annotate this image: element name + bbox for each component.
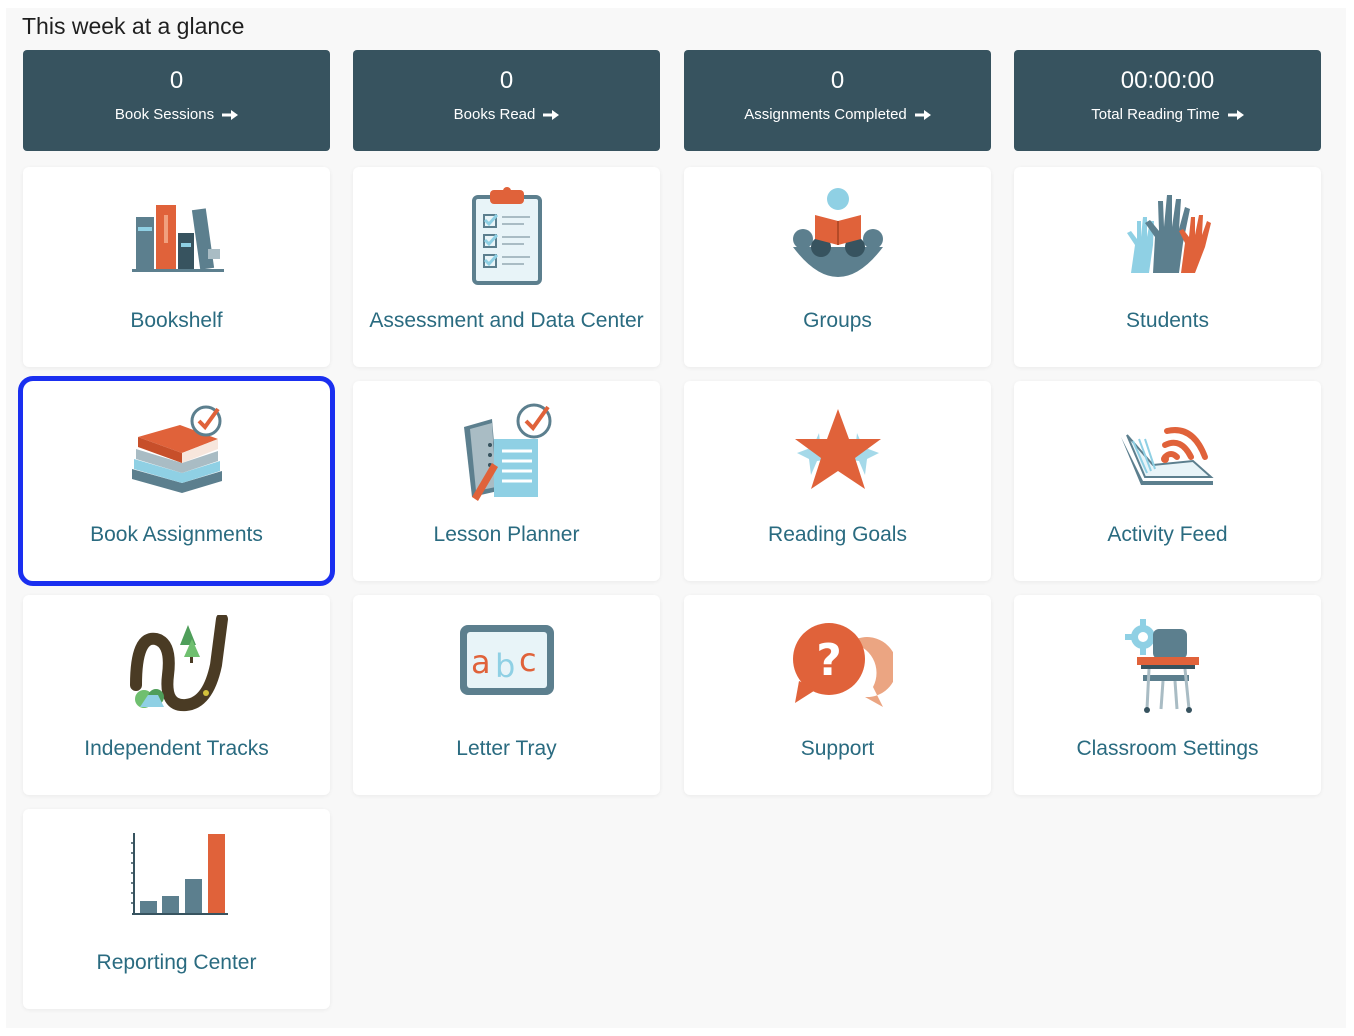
tile-label: Reporting Center — [96, 951, 257, 974]
stat-total-reading-time[interactable]: 00:00:00 Total Reading Time — [1014, 50, 1321, 151]
stat-assignments-completed[interactable]: 0 Assignments Completed — [684, 50, 991, 151]
group-reading-icon — [783, 187, 893, 287]
stat-value: 0 — [499, 67, 514, 94]
tile-book-assignments[interactable]: Book Assignments — [18, 376, 335, 586]
tile-independent-tracks[interactable]: Independent Tracks — [23, 595, 330, 795]
tile-label: Reading Goals — [768, 523, 907, 546]
tile-activity-feed[interactable]: Activity Feed — [1014, 381, 1321, 581]
stat-label: Book Sessions — [114, 106, 215, 123]
tile-label: Classroom Settings — [1076, 737, 1259, 760]
tile-label: Assessment and Data Center — [369, 309, 644, 332]
svg-text:a: a — [471, 643, 491, 681]
stat-book-sessions[interactable]: 0 Book Sessions — [23, 50, 330, 151]
tile-label: Activity Feed — [1107, 523, 1228, 546]
tile-groups[interactable]: Groups — [684, 167, 991, 367]
tile-label: Independent Tracks — [84, 737, 269, 760]
star-icon — [783, 401, 893, 501]
open-book-signal-icon — [1113, 401, 1223, 501]
raised-hands-icon — [1113, 187, 1223, 287]
tile-label: Bookshelf — [130, 309, 223, 332]
svg-text:?: ? — [816, 635, 842, 686]
stat-books-read[interactable]: 0 Books Read — [353, 50, 660, 151]
arrow-right-icon — [1227, 109, 1244, 120]
winding-path-icon — [122, 615, 232, 715]
stat-label: Assignments Completed — [744, 106, 907, 123]
stat-value: 0 — [830, 67, 845, 94]
tile-support[interactable]: ? Support — [684, 595, 991, 795]
tile-reading-goals[interactable]: Reading Goals — [684, 381, 991, 581]
bookshelf-icon — [122, 187, 232, 287]
tile-bookshelf[interactable]: Bookshelf — [23, 167, 330, 367]
arrow-right-icon — [222, 109, 239, 120]
tile-label: Lesson Planner — [433, 523, 580, 546]
desk-gear-icon — [1113, 615, 1223, 715]
stat-label: Books Read — [453, 106, 536, 123]
svg-text:c: c — [519, 641, 537, 679]
tile-label: Students — [1126, 309, 1209, 332]
tile-label: Book Assignments — [90, 523, 263, 546]
tile-label: Support — [800, 737, 875, 760]
tile-assessment-data-center[interactable]: Assessment and Data Center — [353, 167, 660, 367]
svg-text:b: b — [495, 647, 515, 685]
stat-label: Total Reading Time — [1091, 106, 1220, 123]
arrow-right-icon — [543, 109, 560, 120]
tile-students[interactable]: Students — [1014, 167, 1321, 367]
arrow-right-icon — [914, 109, 931, 120]
page-title: This week at a glance — [22, 13, 245, 39]
question-bubble-icon: ? — [783, 615, 893, 715]
clipboard-checklist-icon — [452, 187, 562, 287]
tile-label: Letter Tray — [456, 737, 557, 760]
tile-classroom-settings[interactable]: Classroom Settings — [1014, 595, 1321, 795]
tile-reporting-center[interactable]: Reporting Center — [23, 809, 330, 1009]
stat-value: 00:00:00 — [1120, 67, 1215, 94]
book-stack-check-icon — [122, 401, 232, 501]
tile-lesson-planner[interactable]: Lesson Planner — [353, 381, 660, 581]
abc-board-icon: a b c — [452, 615, 562, 715]
lesson-planner-icon — [452, 401, 562, 501]
stat-value: 0 — [169, 67, 184, 94]
bar-chart-icon — [122, 829, 232, 929]
tile-label: Groups — [803, 309, 872, 332]
tile-letter-tray[interactable]: a b c Letter Tray — [353, 595, 660, 795]
